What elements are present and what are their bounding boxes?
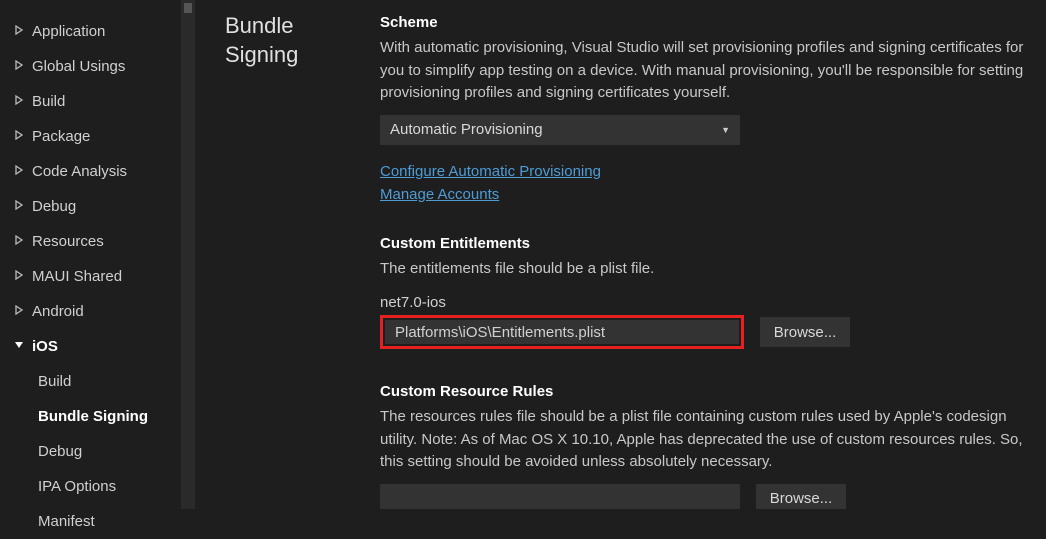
chevron-right-icon — [14, 165, 28, 178]
chevron-down-icon — [14, 340, 28, 353]
sidebar-subitem-manifest[interactable]: Manifest — [0, 504, 195, 539]
sidebar-item-label: Debug — [38, 443, 82, 460]
chevron-down-icon: ▼ — [721, 125, 730, 135]
sidebar-item-label: iOS — [32, 338, 58, 355]
chevron-right-icon — [14, 270, 28, 283]
entitlements-browse-button[interactable]: Browse... — [760, 317, 850, 347]
entitlements-heading: Custom Entitlements — [380, 235, 1026, 252]
sidebar-item-label: MAUI Shared — [32, 268, 122, 285]
chevron-right-icon — [14, 130, 28, 143]
scrollbar-thumb[interactable] — [184, 3, 192, 13]
entitlements-target-label: net7.0-ios — [380, 294, 1026, 311]
sidebar-item-android[interactable]: Android — [0, 294, 195, 329]
sidebar-subitem-ipa-options[interactable]: IPA Options — [0, 469, 195, 504]
chevron-right-icon — [14, 25, 28, 38]
resource-rules-heading: Custom Resource Rules — [380, 383, 1026, 400]
sidebar-item-code-analysis[interactable]: Code Analysis — [0, 154, 195, 189]
sidebar-item-label: Manifest — [38, 513, 95, 530]
entitlements-input-highlight — [380, 315, 744, 349]
section-title-line2: Signing — [225, 41, 365, 70]
sidebar-item-label: Debug — [32, 198, 76, 215]
sidebar-item-label: Global Usings — [32, 58, 125, 75]
scheme-description: With automatic provisioning, Visual Stud… — [380, 37, 1026, 105]
sidebar-item-debug[interactable]: Debug — [0, 189, 195, 224]
sidebar-subitem-debug[interactable]: Debug — [0, 434, 195, 469]
sidebar-item-label: Bundle Signing — [38, 408, 148, 425]
sidebar-item-label: Resources — [32, 233, 104, 250]
section-title: Bundle Signing — [195, 0, 365, 509]
sidebar-subitem-build[interactable]: Build — [0, 364, 195, 399]
resource-rules-browse-button[interactable]: Browse... — [756, 484, 846, 510]
sidebar-item-global-usings[interactable]: Global Usings — [0, 49, 195, 84]
sidebar-scrollbar[interactable] — [181, 0, 195, 509]
sidebar-item-ios[interactable]: iOS — [0, 329, 195, 364]
provisioning-select-value: Automatic Provisioning — [390, 121, 543, 138]
content-pane: Scheme With automatic provisioning, Visu… — [365, 0, 1046, 509]
scheme-heading: Scheme — [380, 14, 1026, 31]
provisioning-select[interactable]: Automatic Provisioning ▼ — [380, 115, 740, 145]
section-title-line1: Bundle — [225, 12, 365, 41]
chevron-right-icon — [14, 95, 28, 108]
sidebar-item-label: Code Analysis — [32, 163, 127, 180]
chevron-right-icon — [14, 235, 28, 248]
configure-provisioning-link[interactable]: Configure Automatic Provisioning — [380, 163, 1026, 180]
sidebar-subitem-bundle-signing[interactable]: Bundle Signing — [0, 399, 195, 434]
sidebar-item-label: Android — [32, 303, 84, 320]
resource-rules-description: The resources rules file should be a pli… — [380, 406, 1026, 474]
chevron-right-icon — [14, 60, 28, 73]
entitlements-description: The entitlements file should be a plist … — [380, 258, 1026, 281]
sidebar-item-build[interactable]: Build — [0, 84, 195, 119]
resource-rules-path-input[interactable] — [380, 484, 740, 510]
sidebar-item-label: IPA Options — [38, 478, 116, 495]
sidebar-item-resources[interactable]: Resources — [0, 224, 195, 259]
sidebar-item-application[interactable]: Application — [0, 14, 195, 49]
chevron-right-icon — [14, 305, 28, 318]
entitlements-path-input[interactable] — [385, 320, 739, 344]
sidebar-item-label: Build — [32, 93, 65, 110]
sidebar-item-label: Application — [32, 23, 105, 40]
sidebar-item-label: Build — [38, 373, 71, 390]
sidebar-item-maui-shared[interactable]: MAUI Shared — [0, 259, 195, 294]
manage-accounts-link[interactable]: Manage Accounts — [380, 186, 1026, 203]
chevron-right-icon — [14, 200, 28, 213]
sidebar-item-package[interactable]: Package — [0, 119, 195, 154]
settings-sidebar: Application Global Usings Build Package … — [0, 0, 195, 509]
sidebar-item-label: Package — [32, 128, 90, 145]
